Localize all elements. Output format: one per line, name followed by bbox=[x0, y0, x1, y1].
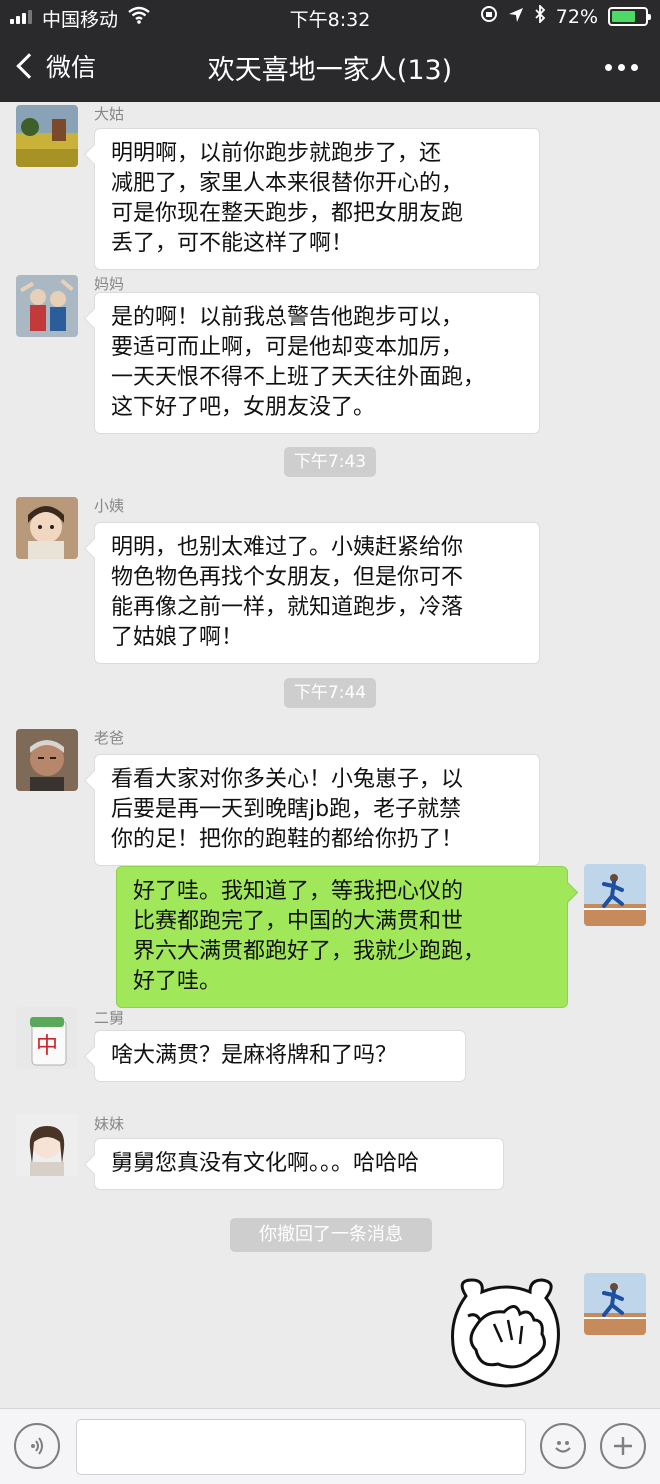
message-bubble[interactable]: 看看大家对你多关心！小兔崽子，以 后要是再一天到晚瞎jb跑，老子就禁 你的足！把… bbox=[94, 754, 540, 866]
sender-name: 老爸 bbox=[94, 729, 125, 747]
voice-icon bbox=[31, 1437, 43, 1455]
location-icon bbox=[508, 6, 524, 28]
avatar-self[interactable] bbox=[584, 1273, 646, 1335]
avatar-xiaoyi[interactable] bbox=[16, 497, 78, 559]
orientation-lock-icon bbox=[480, 5, 498, 28]
recall-notice: 你撤回了一条消息 bbox=[230, 1218, 432, 1252]
sender-name: 妈妈 bbox=[94, 275, 125, 293]
more-dots-icon bbox=[605, 64, 612, 71]
message-bubble[interactable]: 明明啊，以前你跑步就跑步了，还 减肥了，家里人本来很替你开心的， 可是你现在整天… bbox=[94, 128, 540, 270]
avatar-self[interactable] bbox=[584, 864, 646, 926]
sender-name: 小姨 bbox=[94, 497, 125, 515]
message-bubble[interactable]: 啥大满贯？是麻将牌和了吗？ bbox=[94, 1030, 466, 1082]
bluetooth-icon bbox=[534, 3, 546, 28]
self-message-bubble[interactable]: 好了哇。我知道了，等我把心仪的 比赛都跑完了，中国的大满贯和世 界六大满贯都跑好… bbox=[116, 866, 568, 1008]
nav-bar: 微信 欢天喜地一家人(13) bbox=[0, 34, 660, 102]
message-bubble[interactable]: 舅舅您真没有文化啊。。。哈哈哈 bbox=[94, 1138, 504, 1190]
facepalm-bear-sticker[interactable] bbox=[446, 1276, 566, 1388]
top-bar: 中国移动 下午8:32 72% 微信 欢天喜地一家人(13) bbox=[0, 0, 660, 102]
sender-name: 二舅 bbox=[94, 1009, 125, 1027]
avatar-mama[interactable] bbox=[16, 275, 78, 337]
avatar-laoba[interactable] bbox=[16, 729, 78, 791]
battery-fill bbox=[612, 11, 636, 22]
message-bubble[interactable]: 是的啊！以前我总警告他跑步可以， 要适可而止啊，可是他却变本加厉， 一天天恨不得… bbox=[94, 292, 540, 434]
avatar-dagu[interactable] bbox=[16, 105, 78, 167]
more-button[interactable] bbox=[605, 64, 638, 71]
status-right: 72% bbox=[480, 3, 651, 28]
timestamp: 下午7:44 bbox=[284, 678, 376, 708]
emoji-icon bbox=[555, 1441, 571, 1453]
chat-title: 欢天喜地一家人(13) bbox=[207, 55, 453, 86]
status-bar: 中国移动 下午8:32 72% bbox=[0, 0, 660, 34]
sender-name: 妹妹 bbox=[94, 1115, 125, 1133]
input-bar bbox=[0, 1408, 660, 1484]
timestamp: 下午7:43 bbox=[284, 447, 376, 477]
voice-button[interactable] bbox=[14, 1423, 60, 1469]
message-bubble[interactable]: 明明，也别太难过了。小姨赶紧给你 物色物色再找个女朋友，但是你可不 能再像之前一… bbox=[94, 522, 540, 664]
battery-icon bbox=[608, 7, 651, 26]
svg-text:中: 中 bbox=[36, 1034, 58, 1059]
avatar-meimei[interactable] bbox=[16, 1114, 78, 1176]
battery-percent: 72% bbox=[555, 5, 598, 28]
plus-icon bbox=[614, 1437, 632, 1455]
message-input[interactable] bbox=[76, 1419, 526, 1475]
sender-name: 大姑 bbox=[94, 105, 125, 123]
add-button[interactable] bbox=[600, 1423, 646, 1469]
emoji-button[interactable] bbox=[540, 1423, 586, 1469]
avatar-erjiu[interactable]: 中 bbox=[16, 1007, 78, 1069]
